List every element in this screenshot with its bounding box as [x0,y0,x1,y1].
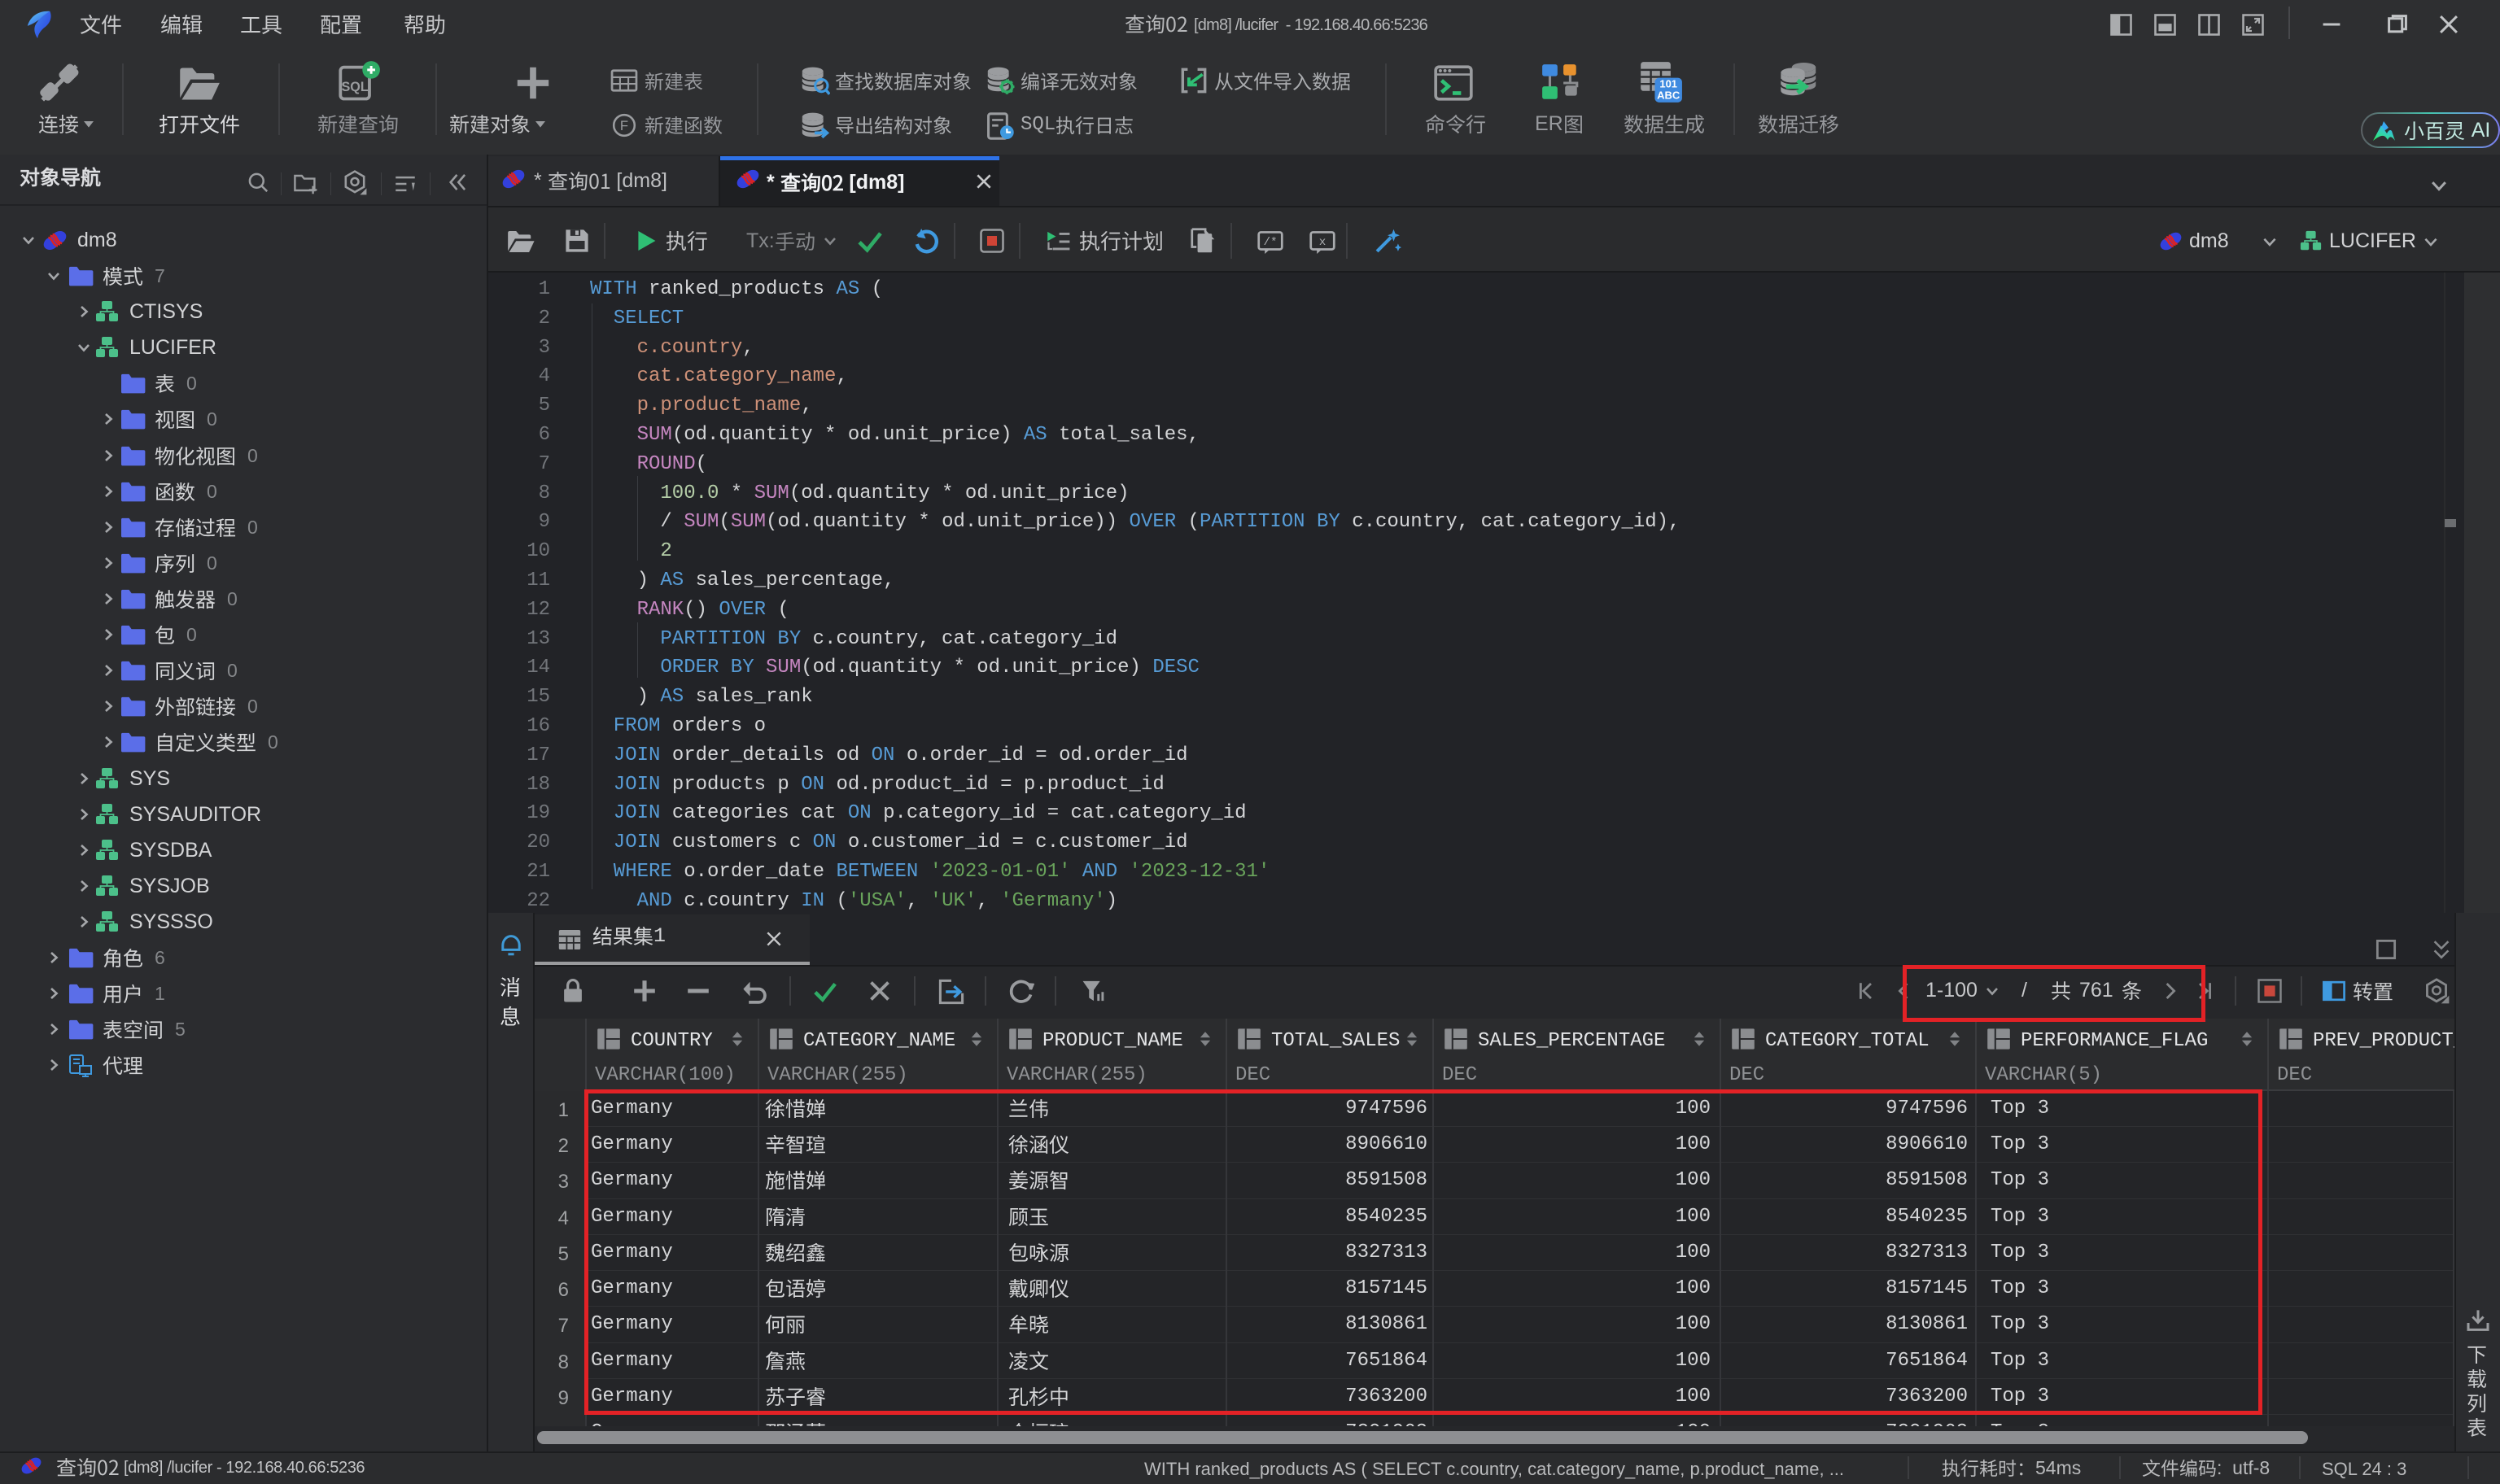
svg-text:ABC: ABC [1657,89,1680,102]
svg-text:x: x [1319,236,1326,249]
svg-text:SQL: SQL [341,80,368,94]
svg-text:/*: /* [1263,236,1277,249]
svg-text:101: 101 [1659,77,1677,89]
svg-text:F: F [620,118,628,133]
